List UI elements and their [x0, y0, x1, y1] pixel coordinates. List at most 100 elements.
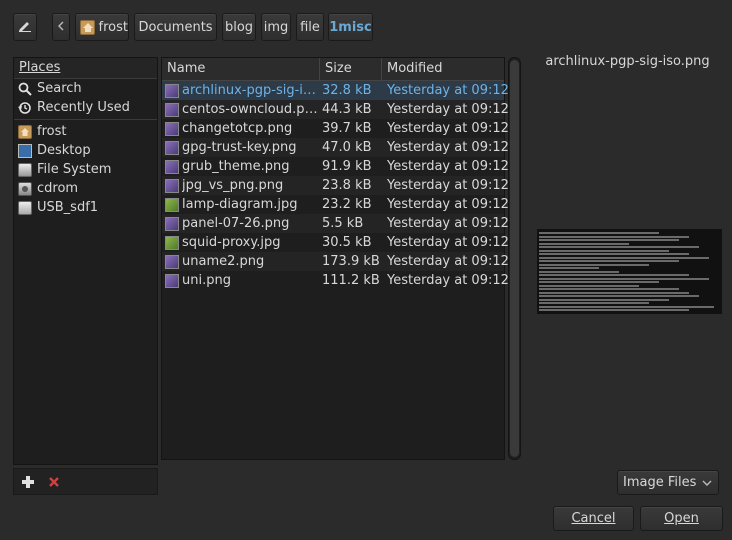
- preview-text-line: [539, 242, 629, 245]
- file-row[interactable]: archlinux-pgp-sig-is... 32.8 kB Yesterday …: [162, 81, 509, 100]
- preview-text-line: [539, 288, 679, 290]
- file-name-cell: centos-owncloud.png: [162, 102, 320, 117]
- file-name: gpg-trust-key.png: [182, 140, 297, 155]
- breadcrumb-label: blog: [224, 19, 254, 35]
- file-name: squid-proxy.jpg: [182, 235, 281, 250]
- file-row[interactable]: centos-owncloud.png 44.3 kB Yesterday at 0…: [162, 100, 509, 119]
- file-name-cell: panel-07-26.png: [162, 216, 320, 231]
- preview-text-line: [539, 267, 599, 269]
- file-row[interactable]: grub_theme.png 91.9 kB Yesterday at 09:12: [162, 157, 509, 176]
- open-label: Open: [664, 511, 699, 526]
- file-size: 23.8 kB: [322, 178, 372, 193]
- places-header[interactable]: Places: [14, 58, 157, 79]
- file-size: 44.3 kB: [322, 102, 372, 117]
- file-name: uname2.png: [182, 254, 265, 269]
- breadcrumb-item-blog[interactable]: blog: [222, 13, 256, 41]
- sidebar-item-label: frost: [37, 124, 67, 139]
- preview-thumbnail: [537, 229, 722, 314]
- preview-filename: archlinux-pgp-sig-iso.png: [545, 54, 710, 69]
- plus-icon: [22, 475, 34, 488]
- file-list-header: Name Size Modified: [162, 58, 504, 81]
- file-modified: Yesterday at 09:12: [387, 159, 509, 174]
- places-toolbar: [13, 468, 158, 495]
- file-modified: Yesterday at 09:12: [387, 140, 509, 155]
- file-modified: Yesterday at 09:12: [387, 235, 509, 250]
- sidebar-item-recently-used[interactable]: Recently Used: [14, 98, 157, 117]
- file-size: 5.5 kB: [322, 216, 364, 231]
- sidebar-item-usb-sdf1[interactable]: USB_sdf1: [14, 198, 157, 217]
- preview-text-line: [539, 281, 659, 283]
- sidebar-item-label: Desktop: [37, 143, 91, 158]
- file-row[interactable]: gpg-trust-key.png 47.0 kB Yesterday at 09:…: [162, 138, 509, 157]
- harddisk-icon: [18, 162, 32, 177]
- column-header-modified[interactable]: Modified: [382, 58, 504, 80]
- file-modified: Yesterday at 09:12: [387, 254, 509, 269]
- sidebar-item-desktop[interactable]: Desktop: [14, 141, 157, 160]
- preview-text-line: [539, 232, 659, 234]
- sidebar-item-file-system[interactable]: File System: [14, 160, 157, 179]
- breadcrumb-item-frost[interactable]: frost: [75, 13, 129, 41]
- file-row[interactable]: panel-07-26.png 5.5 kB Yesterday at 09:12: [162, 214, 509, 233]
- file-name: lamp-diagram.jpg: [182, 197, 298, 212]
- file-name-cell: archlinux-pgp-sig-is...: [162, 83, 320, 98]
- pencil-icon: [18, 18, 32, 36]
- sidebar-item-frost[interactable]: frost: [14, 122, 157, 141]
- file-list-scrollbar[interactable]: [508, 57, 521, 460]
- file-modified: Yesterday at 09:12: [387, 121, 509, 136]
- file-name-cell: grub_theme.png: [162, 159, 320, 174]
- remove-bookmark-button[interactable]: [47, 475, 61, 489]
- file-name-cell: lamp-diagram.jpg: [162, 197, 320, 212]
- breadcrumb-item-documents[interactable]: Documents: [134, 13, 217, 41]
- file-size: 32.8 kB: [322, 83, 372, 98]
- file-name-cell: changetotcp.png: [162, 121, 320, 136]
- column-header-name[interactable]: Name: [162, 58, 320, 80]
- file-name-cell: squid-proxy.jpg: [162, 235, 320, 250]
- preview-text-line: [539, 295, 699, 297]
- preview-text-line: [539, 298, 669, 301]
- file-size: 173.9 kB: [322, 254, 380, 269]
- file-name-cell: jpg_vs_png.png: [162, 178, 320, 193]
- breadcrumb-item-img[interactable]: img: [261, 13, 291, 41]
- file-rows: archlinux-pgp-sig-is... 32.8 kB Yesterday …: [162, 81, 509, 290]
- add-bookmark-button[interactable]: [21, 475, 35, 489]
- sidebar-item-label: cdrom: [37, 181, 79, 196]
- breadcrumb-item-1misc[interactable]: 1misc: [328, 13, 373, 41]
- open-button[interactable]: Open: [640, 506, 723, 531]
- breadcrumb-item-file[interactable]: file: [296, 13, 324, 41]
- scrollbar-thumb[interactable]: [510, 60, 519, 457]
- file-modified: Yesterday at 09:12: [387, 178, 509, 193]
- file-name: archlinux-pgp-sig-is...: [182, 83, 320, 98]
- file-name: centos-owncloud.png: [182, 102, 320, 117]
- preview-text-line: [539, 274, 689, 276]
- edit-location-button[interactable]: [13, 13, 37, 41]
- file-name: changetotcp.png: [182, 121, 293, 136]
- file-row[interactable]: uni.png 111.2 kB Yesterday at 09:12: [162, 271, 509, 290]
- image-file-icon: [165, 197, 179, 212]
- image-file-icon: [165, 216, 179, 231]
- recent-icon: [18, 101, 32, 115]
- preview-text-line: [539, 263, 649, 266]
- cancel-button[interactable]: Cancel: [553, 506, 634, 531]
- breadcrumb-back-button[interactable]: [52, 13, 70, 41]
- sidebar-item-cdrom[interactable]: cdrom: [14, 179, 157, 198]
- places-header-label: Places: [19, 60, 61, 75]
- file-row[interactable]: changetotcp.png 39.7 kB Yesterday at 09:12: [162, 119, 509, 138]
- sidebar-item-label: File System: [37, 162, 112, 177]
- preview-text-line: [539, 249, 669, 252]
- file-row[interactable]: uname2.png 173.9 kB Yesterday at 09:12: [162, 252, 509, 271]
- file-name-cell: uni.png: [162, 273, 320, 288]
- file-row[interactable]: squid-proxy.jpg 30.5 kB Yesterday at 09:12: [162, 233, 509, 252]
- remove-icon: [49, 476, 59, 487]
- column-header-size[interactable]: Size: [320, 58, 382, 80]
- sidebar-item-label: Recently Used: [37, 100, 130, 115]
- sidebar-item-search[interactable]: Search: [14, 79, 157, 98]
- file-type-filter-select[interactable]: Image Files: [617, 470, 719, 495]
- image-file-icon: [165, 273, 179, 288]
- sidebar-divider: [14, 119, 157, 120]
- preview-text-line: [539, 305, 714, 308]
- file-row[interactable]: lamp-diagram.jpg 23.2 kB Yesterday at 09:1…: [162, 195, 509, 214]
- preview-text-line: [539, 235, 689, 238]
- sidebar-item-label: USB_sdf1: [37, 200, 99, 215]
- file-row[interactable]: jpg_vs_png.png 23.8 kB Yesterday at 09:12: [162, 176, 509, 195]
- image-file-icon: [165, 159, 179, 174]
